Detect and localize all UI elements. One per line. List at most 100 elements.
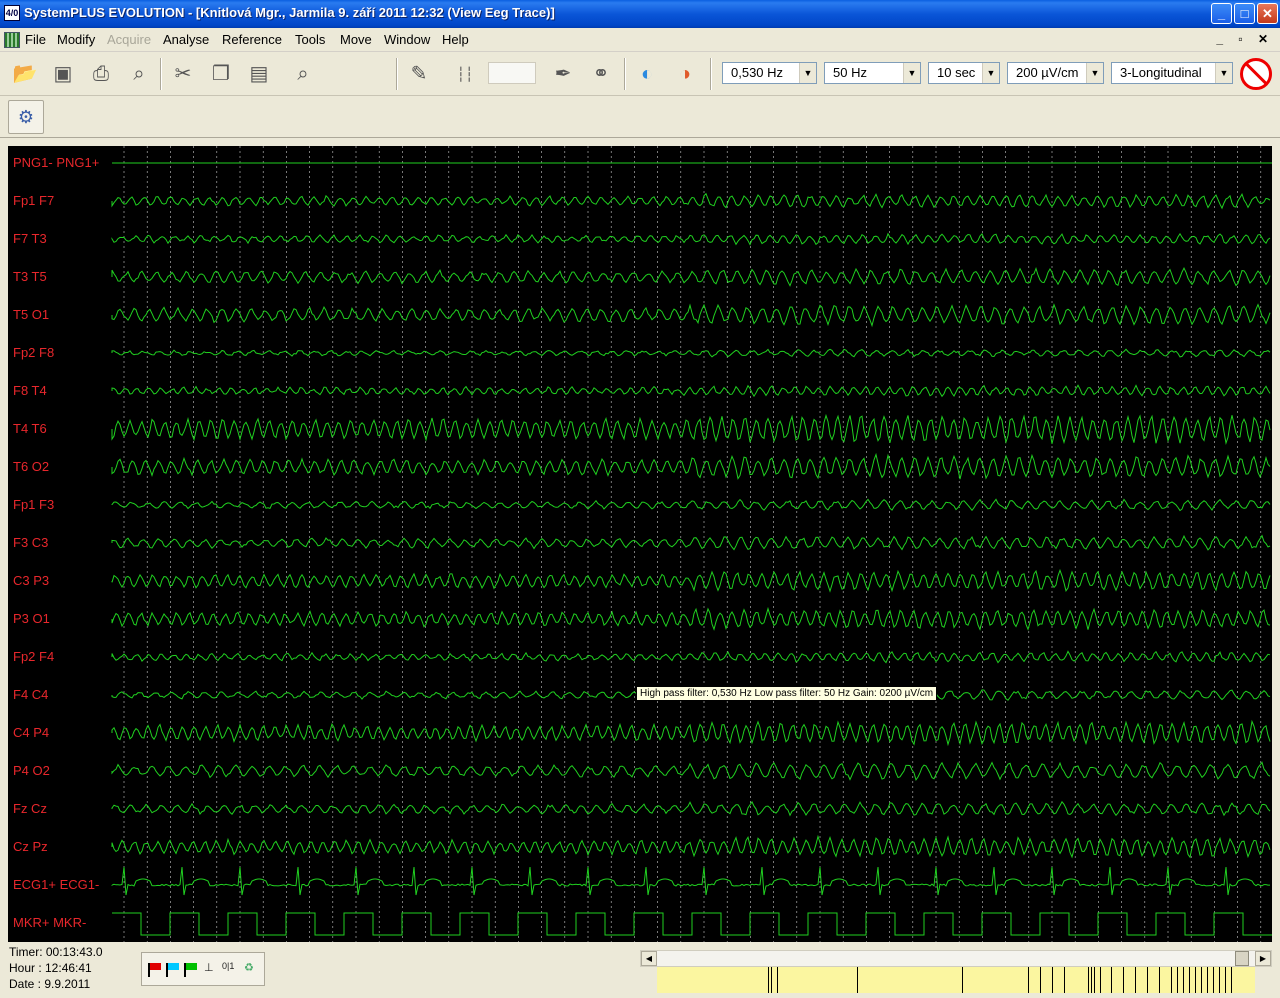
- channel-label: Cz Pz: [13, 839, 48, 854]
- event-marker[interactable]: [768, 967, 769, 993]
- menu-help[interactable]: Help: [442, 32, 469, 47]
- event-marker[interactable]: [857, 967, 858, 993]
- green-flag-icon[interactable]: [184, 963, 198, 977]
- high-pass-select[interactable]: 0,530 Hz ▼: [722, 62, 817, 84]
- map-icon[interactable]: ◐: [630, 57, 664, 91]
- value-box[interactable]: [488, 62, 536, 84]
- chevron-down-icon: ▼: [982, 63, 999, 83]
- event-marker[interactable]: [1195, 967, 1196, 993]
- save-icon[interactable]: ▣: [46, 57, 80, 91]
- event-marker[interactable]: [1094, 967, 1095, 993]
- mdi-controls[interactable]: _ ▫ ✕: [1216, 32, 1274, 46]
- cut-icon[interactable]: ✂: [166, 57, 200, 91]
- menu-analyse[interactable]: Analyse: [163, 32, 209, 47]
- edit-icon[interactable]: ✎: [402, 57, 436, 91]
- channel-label: Fz Cz: [13, 801, 47, 816]
- stop-icon[interactable]: [1240, 58, 1272, 90]
- eeg-channel-trace: [111, 384, 1271, 398]
- event-marker[interactable]: [1231, 967, 1232, 993]
- scroll-left-icon[interactable]: ◀: [641, 951, 657, 966]
- chevron-down-icon: ▼: [903, 63, 920, 83]
- scroll-thumb[interactable]: [1235, 951, 1249, 966]
- event-marker[interactable]: [1028, 967, 1029, 993]
- channel-label: C4 P4: [13, 725, 50, 740]
- eeg-channel-trace: [111, 232, 1271, 246]
- eeg-channel-trace: [111, 348, 1271, 358]
- event-marker[interactable]: [1213, 967, 1214, 993]
- app-icon[interactable]: 4/0: [4, 5, 20, 21]
- event-marker[interactable]: [1088, 967, 1089, 993]
- copy-icon[interactable]: ❐: [204, 57, 238, 91]
- cyan-flag-icon[interactable]: [166, 963, 180, 977]
- timebase-select[interactable]: 10 sec ▼: [928, 62, 1000, 84]
- event-marker[interactable]: [1219, 967, 1220, 993]
- event-marker[interactable]: [1111, 967, 1112, 993]
- event-marker[interactable]: [1123, 967, 1124, 993]
- menu-move[interactable]: Move: [340, 32, 372, 47]
- timeline-scrollbar[interactable]: ◀ ▶: [640, 950, 1272, 967]
- menu-reference[interactable]: Reference: [222, 32, 282, 47]
- timebase-value: 10 sec: [937, 65, 976, 80]
- montage-select[interactable]: 3-Longitudinal ▼: [1111, 62, 1233, 84]
- open-folder-icon[interactable]: 📂: [8, 57, 42, 91]
- counter-icon[interactable]: 0|1: [222, 961, 234, 971]
- eeg-trace-view[interactable]: PNG1- PNG1+ Fp1 F7 F7 T3 T3 T5 T5 O1 Fp2 F8 F8…: [8, 146, 1272, 942]
- event-marker[interactable]: [1147, 967, 1148, 993]
- map2-icon[interactable]: ◑: [668, 57, 702, 91]
- eeg-channel-trace: [111, 650, 1271, 664]
- channel-label: Fp2 F4: [13, 649, 55, 664]
- red-flag-icon[interactable]: [148, 963, 162, 977]
- baseline-icon[interactable]: ⊥: [204, 961, 214, 974]
- low-pass-select[interactable]: 50 Hz ▼: [824, 62, 921, 84]
- event-marker[interactable]: [962, 967, 963, 993]
- event-flags: ⊥ 0|1 ♻: [141, 952, 265, 986]
- menu-window[interactable]: Window: [384, 32, 430, 47]
- low-pass-value: 50 Hz: [833, 65, 867, 80]
- event-marker[interactable]: [1171, 967, 1172, 993]
- maximize-button[interactable]: □: [1234, 3, 1255, 24]
- menu-tools[interactable]: Tools: [295, 32, 325, 47]
- zoom-icon[interactable]: ⌕: [122, 57, 156, 91]
- event-marker[interactable]: [1040, 967, 1041, 993]
- event-timeline-bar[interactable]: [657, 967, 1255, 993]
- channel-label: Fp1 F7: [13, 193, 55, 208]
- event-marker[interactable]: [1159, 967, 1160, 993]
- toolbar-separator: [396, 58, 398, 90]
- event-marker[interactable]: [1225, 967, 1226, 993]
- channel-label: T4 T6: [13, 421, 47, 436]
- find-icon[interactable]: ⌕: [286, 57, 320, 91]
- event-marker[interactable]: [1189, 967, 1190, 993]
- pen-icon[interactable]: ✒: [546, 57, 580, 91]
- hour-text: Hour : 12:46:41: [9, 961, 92, 975]
- scroll-right-icon[interactable]: ▶: [1255, 951, 1271, 966]
- gain-select[interactable]: 200 µV/cm ▼: [1007, 62, 1104, 84]
- event-marker[interactable]: [1100, 967, 1101, 993]
- chevron-down-icon: ▼: [799, 63, 816, 83]
- event-marker[interactable]: [1201, 967, 1202, 993]
- recording-timeline[interactable]: ◀ ▶: [640, 950, 1272, 994]
- montage-value: 3-Longitudinal: [1120, 65, 1202, 80]
- print-icon[interactable]: ⎙: [84, 57, 118, 91]
- link-icon[interactable]: ⚭: [584, 57, 618, 91]
- trash-icon[interactable]: ♻: [244, 961, 254, 974]
- close-button[interactable]: ✕: [1257, 3, 1278, 24]
- document-icon[interactable]: [4, 32, 20, 48]
- event-marker[interactable]: [1052, 967, 1053, 993]
- event-marker[interactable]: [777, 967, 778, 993]
- event-marker[interactable]: [1064, 967, 1065, 993]
- menu-file[interactable]: File: [25, 32, 46, 47]
- montage-editor-icon[interactable]: ⚙: [8, 100, 44, 134]
- minimize-button[interactable]: _: [1211, 3, 1232, 24]
- eeg-channel-trace: [111, 413, 1271, 445]
- menu-modify[interactable]: Modify: [57, 32, 95, 47]
- event-marker[interactable]: [1177, 967, 1178, 993]
- ruler-icon[interactable]: ┆┆: [448, 57, 482, 91]
- eeg-traces: [111, 146, 1272, 942]
- paste-icon[interactable]: ▤: [242, 57, 276, 91]
- event-marker[interactable]: [1091, 967, 1092, 993]
- event-marker[interactable]: [1135, 967, 1136, 993]
- event-marker[interactable]: [1207, 967, 1208, 993]
- event-marker[interactable]: [1183, 967, 1184, 993]
- toolbar-separator: [710, 58, 712, 90]
- event-marker[interactable]: [771, 967, 772, 993]
